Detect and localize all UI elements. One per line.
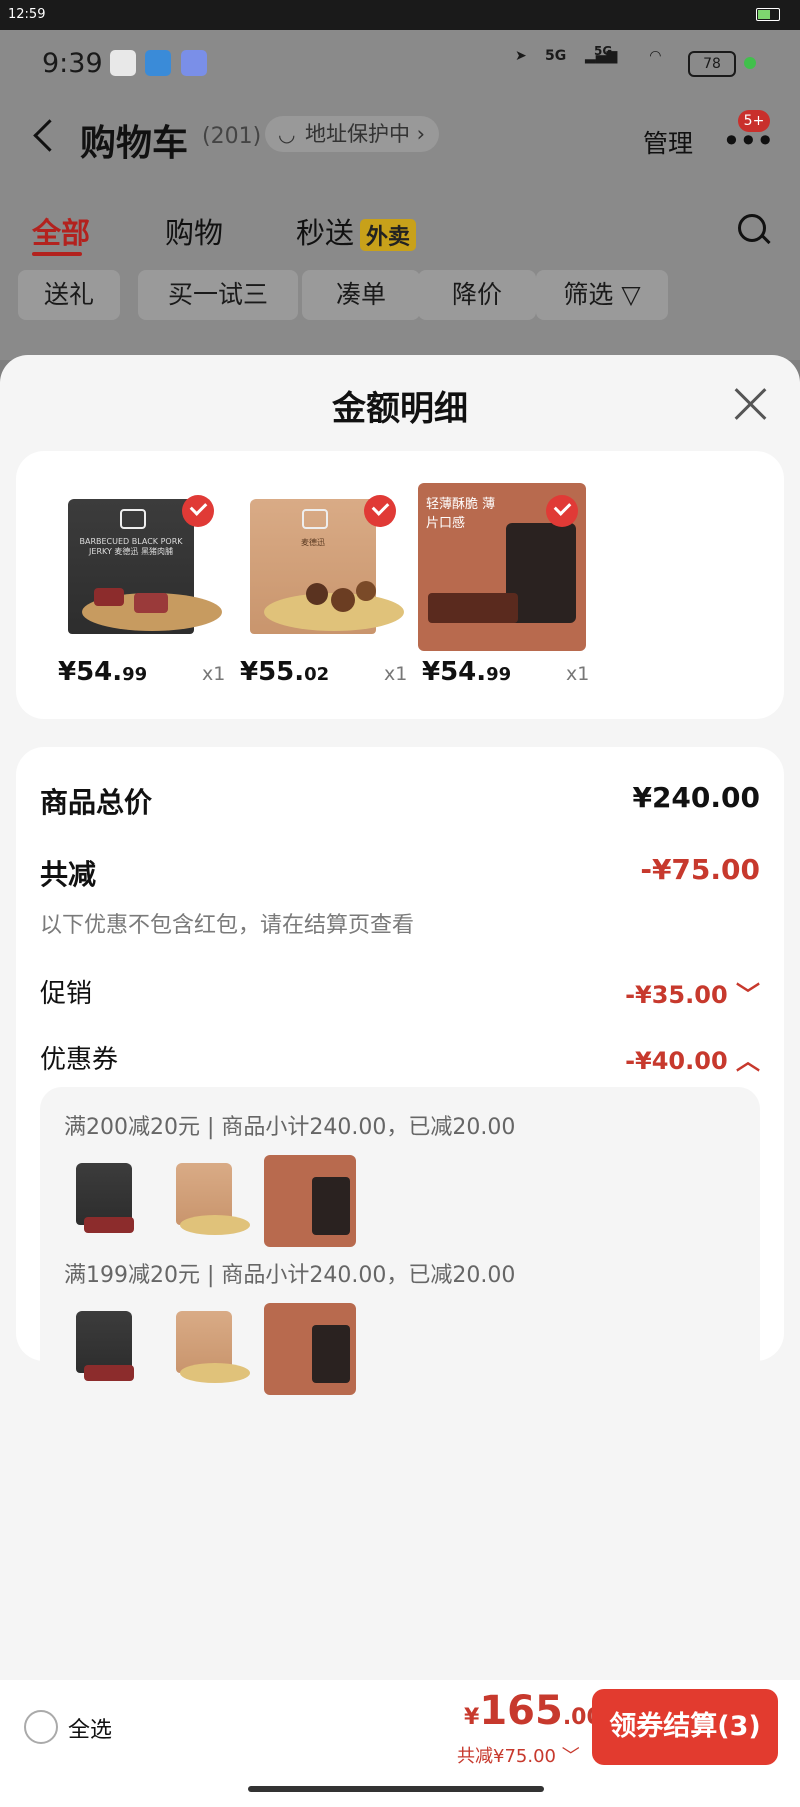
checked-icon[interactable] — [182, 495, 214, 527]
phone-status-row: 9:39 ➤ 5G ▂▄▆ 5G ◠ 78 — [0, 30, 800, 95]
network-label: 5G — [545, 48, 567, 64]
products-card: BARBECUED BLACK PORK JERKY 麦德迅 黑猪肉脯 ¥54.… — [16, 451, 784, 719]
bottom-checkout-bar: 全选 ¥165.00 共减¥75.00 ﹀ 领券结算(3) — [0, 1680, 800, 1807]
jerky-bag-image — [76, 1311, 132, 1373]
jerky-piece-image — [84, 1365, 134, 1381]
filter-chips: 送礼 买一试三 凑单 降价 筛选 ▽ — [18, 270, 798, 322]
checkout-button[interactable]: 领券结算(3) — [592, 1689, 778, 1765]
green-dot-icon — [744, 57, 756, 69]
brand-logo-icon — [120, 509, 146, 529]
app-notification-icon — [181, 50, 207, 76]
jar-image — [312, 1325, 350, 1383]
snack-ball-image — [356, 581, 376, 601]
tab-express[interactable]: 秒送 外卖 — [296, 210, 417, 252]
chip-add-on[interactable]: 凑单 — [302, 270, 420, 320]
coupon-product-thumb — [164, 1155, 256, 1247]
payable-amount: ¥165.00 — [464, 1688, 602, 1734]
promo-value-toggle[interactable]: -¥35.00 ﹀ — [625, 975, 760, 1010]
coupon-detail-box: 满200减20元 | 商品小计240.00，已减20.00 满199减20元 |… — [40, 1087, 760, 1429]
select-all-radio[interactable] — [24, 1710, 58, 1744]
cart-count: (201) — [202, 124, 262, 149]
coupon-product-thumb — [164, 1303, 256, 1395]
tab-all[interactable]: 全部 — [32, 210, 90, 252]
battery-level: 78 — [688, 51, 736, 77]
coupon-label: 优惠券 — [40, 1045, 119, 1075]
address-protection-pill[interactable]: 地址保护中 › — [265, 116, 440, 152]
plate-image — [180, 1363, 250, 1383]
bag-label: 麦德迅 — [301, 538, 325, 547]
wifi-icon: ◠ — [650, 48, 661, 64]
waimai-tag: 外卖 — [360, 219, 417, 251]
manage-button[interactable]: 管理 — [643, 124, 693, 160]
product-price: ¥54.99 — [58, 657, 148, 687]
amount-detail-sheet: 金额明细 BARBECUED BLACK PORK JERKY 麦德迅 黑猪肉脯… — [0, 355, 800, 1807]
discount-label: 共减 — [40, 858, 97, 891]
coupon-value-toggle[interactable]: -¥40.00 ︿ — [625, 1041, 760, 1076]
product-item[interactable]: 轻薄酥脆 薄片口感 ¥54.99 x1 — [400, 483, 589, 687]
app-notification-icon — [145, 50, 171, 76]
total-saved-toggle[interactable]: 共减¥75.00 ﹀ — [457, 1742, 580, 1768]
jerky-piece-image — [84, 1217, 134, 1233]
discount-value: -¥75.00 — [640, 853, 760, 886]
product-item[interactable]: 麦德迅 ¥55.02 x1 — [218, 483, 407, 687]
page-title: 购物车 — [80, 123, 189, 164]
promo-label: 促销 — [40, 979, 93, 1009]
message-badge: 5+ — [738, 110, 770, 132]
chip-gift[interactable]: 送礼 — [18, 270, 120, 320]
brand-logo-icon — [302, 509, 328, 529]
bag-label: BARBECUED BLACK PORK JERKY 麦德迅 黑猪肉脯 — [79, 537, 183, 556]
chip-price-drop[interactable]: 降价 — [418, 270, 536, 320]
product-item[interactable]: BARBECUED BLACK PORK JERKY 麦德迅 黑猪肉脯 ¥54.… — [36, 483, 225, 687]
background-cart-page: 9:39 ➤ 5G ▂▄▆ 5G ◠ 78 购物车 (201) 地址保护中 › … — [0, 30, 800, 360]
snack-ball-image — [306, 583, 328, 605]
app-notification-icon — [110, 50, 136, 76]
search-icon[interactable] — [738, 214, 766, 242]
coupon-product-thumb — [264, 1155, 356, 1247]
jerky-slices-image — [428, 593, 518, 623]
goods-total-value: ¥240.00 — [632, 781, 760, 814]
tab-express-label: 秒送 — [296, 216, 355, 250]
plate-image — [180, 1215, 250, 1235]
jerky-piece-image — [134, 593, 168, 613]
system-time: 12:59 — [8, 7, 46, 22]
snack-ball-image — [331, 588, 355, 612]
product-slogan: 轻薄酥脆 薄片口感 — [426, 497, 496, 531]
system-status-bar: 12:59 — [0, 0, 800, 30]
tab-shopping[interactable]: 购物 — [165, 210, 223, 252]
chip-buy-one-try-three[interactable]: 买一试三 — [138, 270, 298, 320]
location-icon: ➤ — [515, 48, 527, 64]
chip-filter[interactable]: 筛选 ▽ — [536, 270, 668, 320]
coupon-product-thumb — [64, 1303, 156, 1395]
coupon-rule-1: 满200减20元 | 商品小计240.00，已减20.00 — [64, 1115, 516, 1140]
product-price: ¥54.99 — [422, 657, 512, 687]
discount-note: 以下优惠不包含红包，请在结算页查看 — [40, 913, 415, 938]
coupon-product-thumb — [64, 1155, 156, 1247]
select-all-label[interactable]: 全选 — [68, 1712, 112, 1744]
cart-header: 购物车 (201) 地址保护中 › 管理 ••• 5+ — [0, 110, 800, 190]
phone-time: 9:39 — [42, 48, 103, 79]
checked-icon[interactable] — [546, 495, 578, 527]
goods-total-label: 商品总价 — [40, 786, 153, 819]
battery-icon — [756, 8, 780, 21]
product-price: ¥55.02 — [240, 657, 330, 687]
jerky-piece-image — [94, 588, 124, 606]
jar-image — [312, 1177, 350, 1235]
checked-icon[interactable] — [364, 495, 396, 527]
price-breakdown-card: 商品总价 ¥240.00 共减 -¥75.00 以下优惠不包含红包，请在结算页查… — [16, 747, 784, 1429]
product-qty: x1 — [566, 663, 590, 685]
cart-tabs: 全部 购物 秒送 外卖 — [0, 200, 800, 260]
coupon-rule-2: 满199减20元 | 商品小计240.00，已减20.00 — [64, 1263, 516, 1288]
jerky-bag-image — [76, 1163, 132, 1225]
network-label-2: 5G — [594, 44, 613, 58]
close-icon[interactable] — [732, 385, 768, 421]
back-arrow-icon[interactable] — [33, 119, 66, 152]
coupon-product-thumb — [264, 1303, 356, 1395]
tab-underline — [32, 252, 82, 256]
sheet-title: 金额明细 — [332, 389, 468, 429]
home-indicator[interactable] — [248, 1786, 544, 1792]
